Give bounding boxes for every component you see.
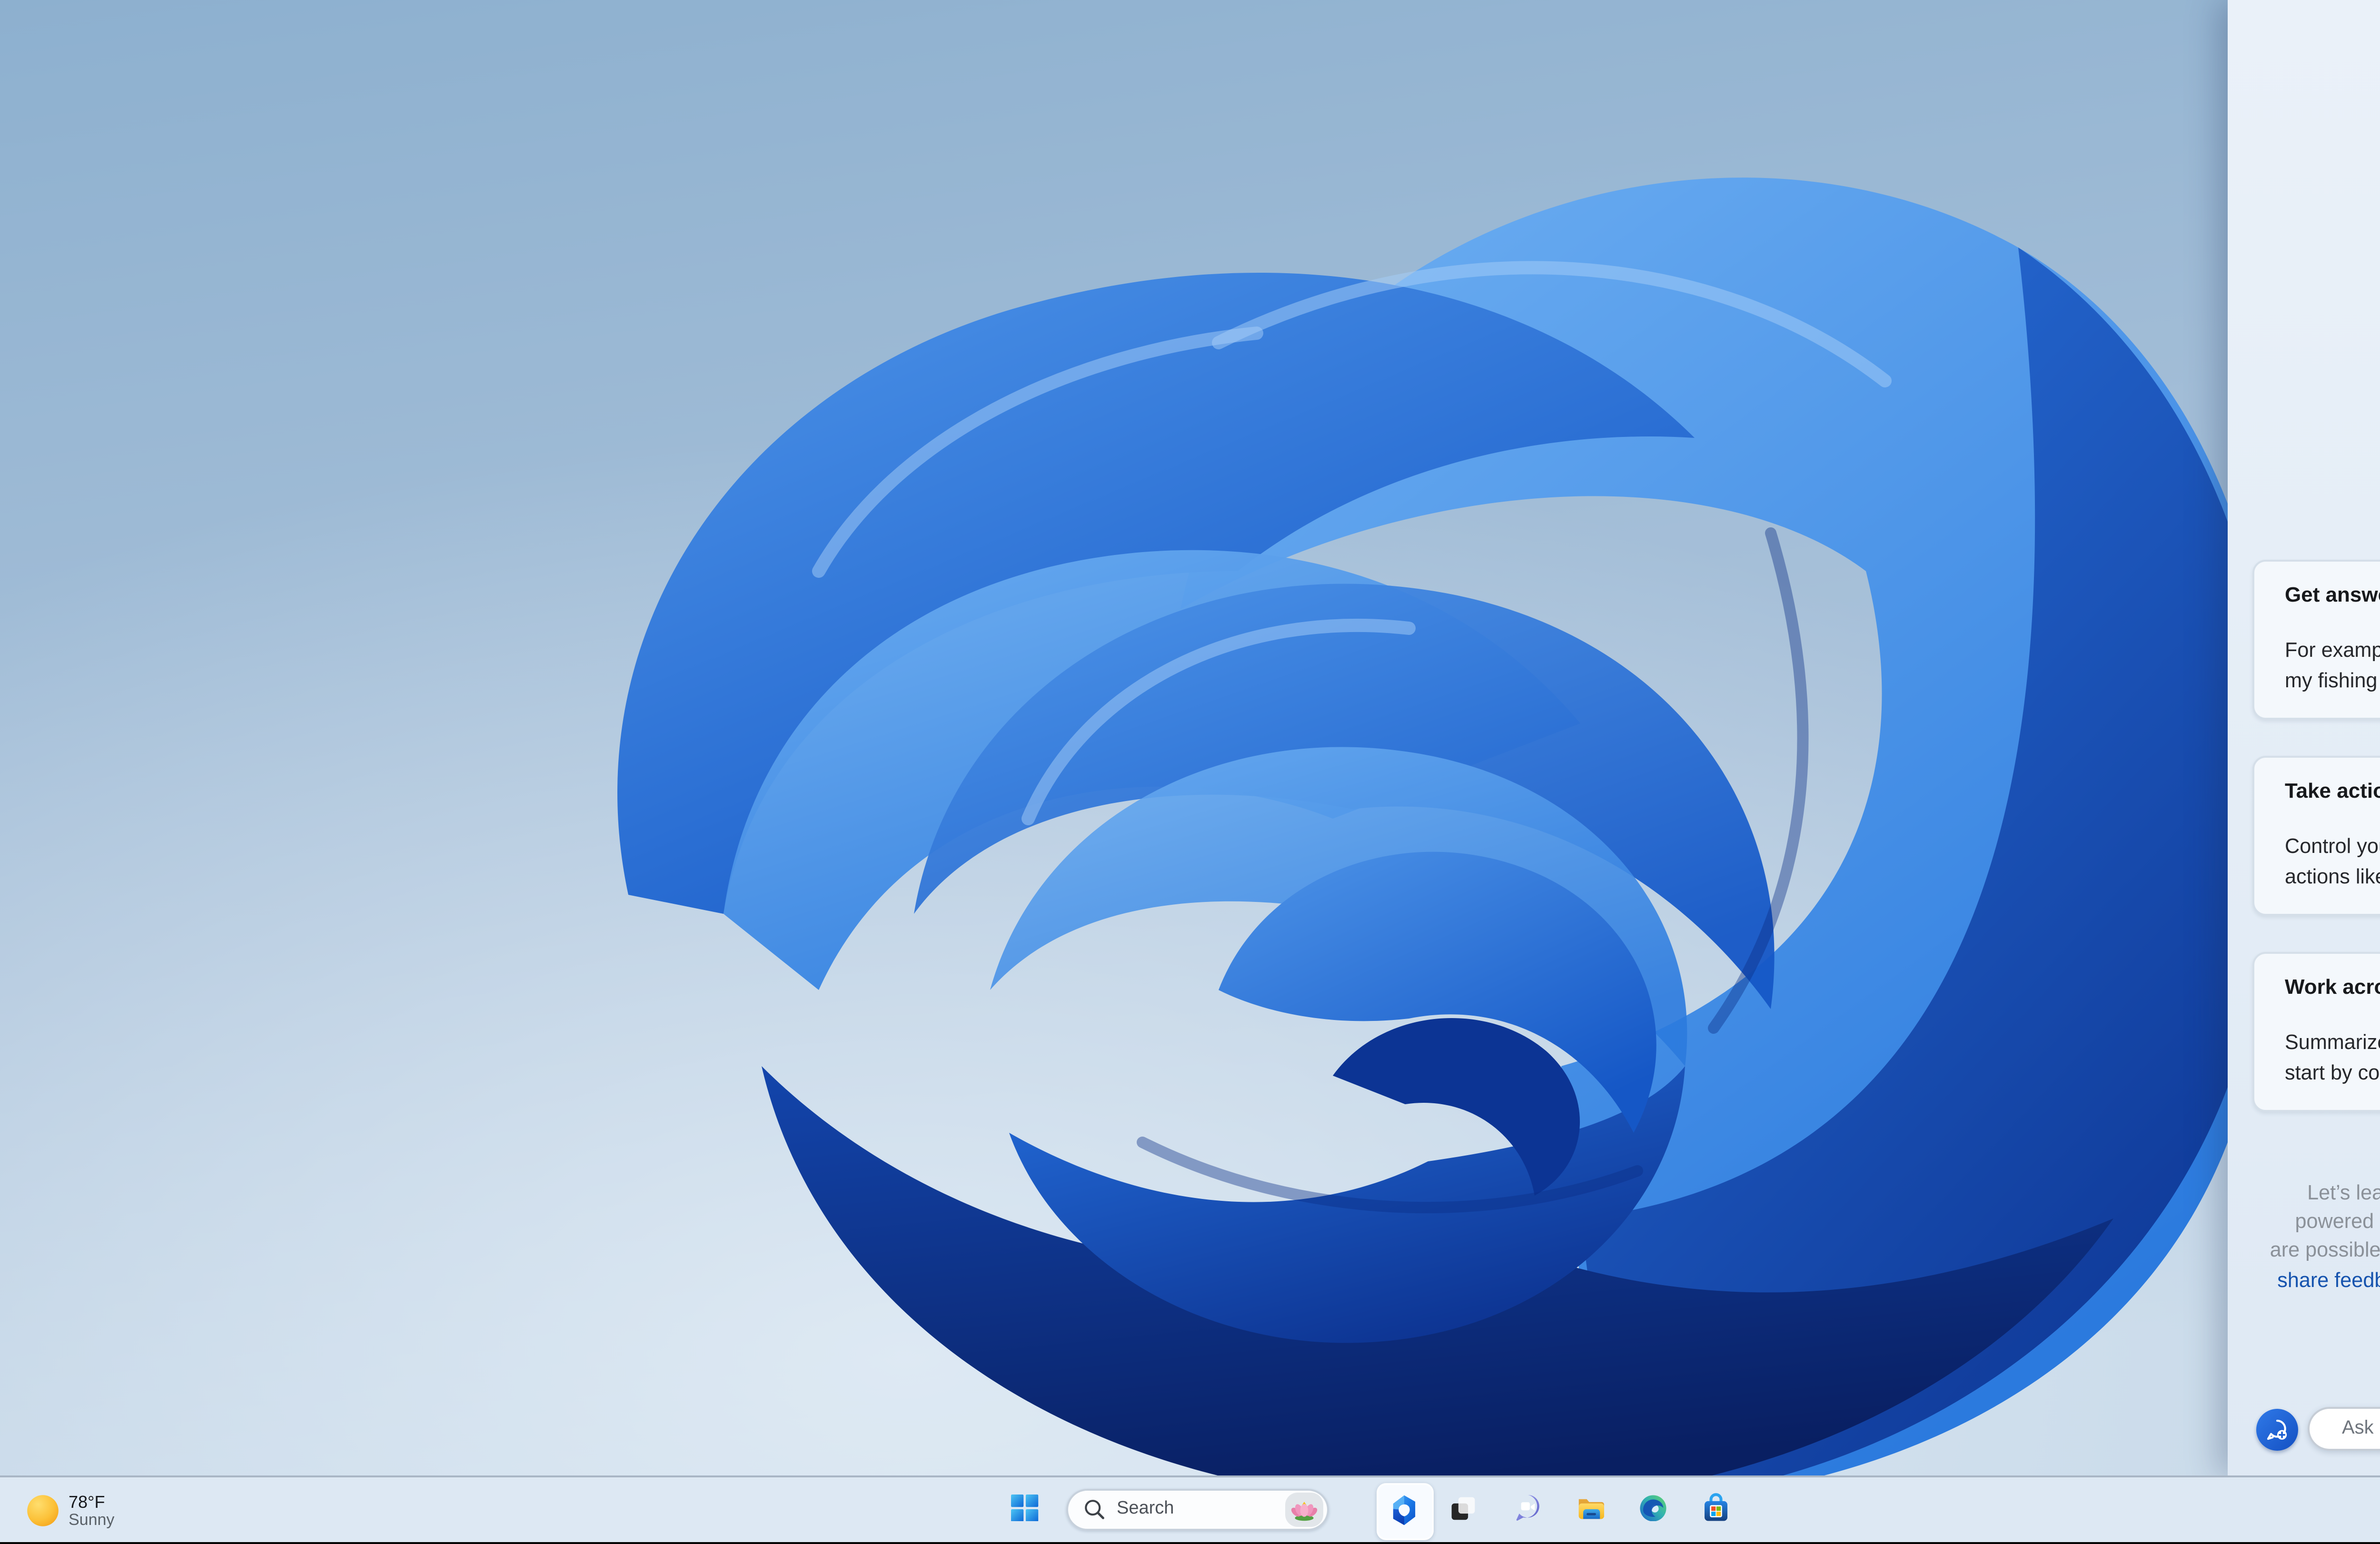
task-view-button[interactable] [1449,1494,1478,1522]
card-title: Get answers to complex questions [2285,584,2380,607]
search-box[interactable]: Search [1066,1488,1328,1531]
search-icon [1085,1500,1104,1519]
card-body: Summarize and compose text from any app … [2285,1032,2380,1085]
panel-titlebar [2228,0,2380,42]
copilot-icon [1390,1495,1419,1526]
taskbar-center: Search [1011,1477,1735,1544]
weather-condition: Sunny [69,1509,115,1528]
new-chat-icon [2267,1418,2287,1439]
task-view-icon [1451,1496,1475,1519]
taskbar: 78°F Sunny Search [0,1475,2380,1542]
card-title: Take actions on your PC [2285,781,2380,803]
weather-text: 78°F Sunny [69,1492,114,1529]
start-button[interactable] [1011,1494,1039,1522]
copilot-taskbar-button[interactable] [1376,1482,1434,1539]
card-complex-questions: Get answers to complex questions For exa… [2252,560,2380,720]
card-title: Work across documents [2285,977,2380,1000]
card-take-actions: Take actions on your PC Control your Win… [2252,756,2380,916]
file-explorer-icon [1577,1498,1603,1518]
search-daily-image-badge[interactable] [1285,1492,1323,1527]
suggestion-cards: Get answers to complex questions For exa… [2252,560,2380,1148]
new-topic-button[interactable] [2256,1408,2298,1450]
card-work-documents: Work across documents Summarize and comp… [2252,952,2380,1112]
disclaimer-last-line: share feedback so we can learn and impro… [2256,1267,2380,1296]
microsoft-store-button[interactable] [1702,1493,1730,1523]
search-label: Search [1117,1499,1174,1520]
card-body: Control your Windows environment with ac… [2285,836,2380,889]
edge-icon [1640,1495,1666,1521]
chat-input-row [2256,1407,2380,1451]
screen: Copilot Get answers to complex questions… [0,0,2380,1542]
lotus-flower-icon [1291,1501,1318,1521]
copilot-panel: Copilot Get answers to complex questions… [2228,0,2380,1475]
chat-icon [1515,1495,1538,1521]
ask-me-anything-input[interactable] [2308,1407,2380,1451]
ai-disclaimer: Let’s learn together. Windows copilot is… [2256,1180,2380,1296]
sun-icon [27,1495,59,1526]
file-explorer-button[interactable] [1576,1494,1606,1521]
card-body: For example, you could ask "Help me plan… [2285,640,2380,693]
weather-widget[interactable]: 78°F Sunny [27,1477,114,1544]
edge-button[interactable] [1639,1494,1667,1522]
microsoft-store-icon [1705,1493,1727,1521]
weather-temperature: 78°F [69,1492,105,1511]
desktop-wallpaper [0,0,2380,1542]
chat-button[interactable] [1513,1493,1541,1522]
share-feedback-link[interactable]: share feedback [2277,1269,2380,1292]
windows-logo-icon [1011,1494,1039,1522]
